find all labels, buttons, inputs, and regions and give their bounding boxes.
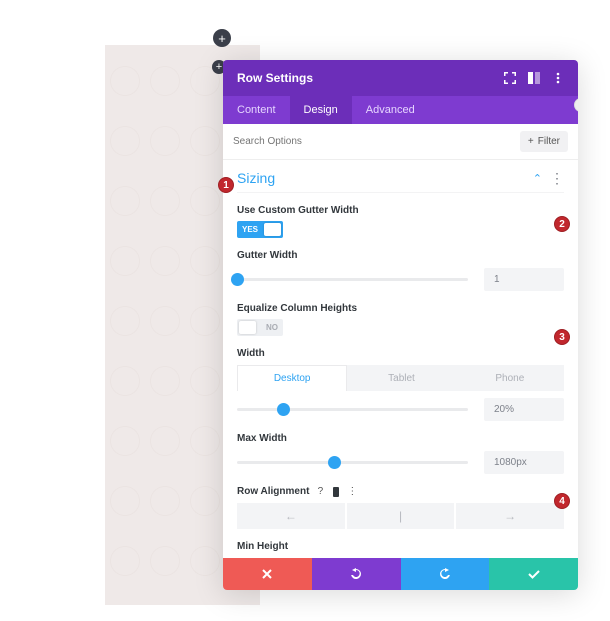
toggle-state-text: YES (237, 225, 263, 234)
section-title: Sizing (237, 170, 275, 186)
device-tab-desktop[interactable]: Desktop (237, 365, 347, 391)
callout-marker-2: 2 (554, 216, 570, 232)
field-equalize: Equalize Column Heights NO (237, 303, 564, 336)
hover-kebab-icon[interactable]: ⋮ (347, 487, 357, 497)
callout-marker-4: 4 (554, 493, 570, 509)
device-tab-phone[interactable]: Phone (456, 365, 564, 391)
modal-body[interactable]: Sizing ⌃ ⋮ Use Custom Gutter Width YES G… (223, 160, 578, 558)
filter-button[interactable]: + Filter (520, 131, 568, 152)
align-center-option[interactable]: | (347, 503, 455, 529)
expand-icon[interactable] (504, 72, 516, 84)
undo-button[interactable] (312, 558, 401, 590)
tab-bar: Content Design Advanced (223, 96, 578, 124)
field-use-custom-gutter: Use Custom Gutter Width YES (237, 205, 564, 238)
section-kebab-icon[interactable]: ⋮ (550, 175, 564, 182)
modal-footer (223, 558, 578, 590)
slider-width[interactable] (237, 402, 468, 418)
section-head-sizing[interactable]: Sizing ⌃ ⋮ (237, 160, 564, 193)
modal-header-actions (504, 72, 564, 84)
callout-marker-1: 1 (218, 177, 234, 193)
device-tab-tablet[interactable]: Tablet (347, 365, 455, 391)
label-row-alignment: Row Alignment (237, 486, 309, 497)
toggle-knob (264, 223, 281, 236)
field-row-alignment: Row Alignment ? ⋮ ← | → (237, 486, 564, 529)
search-row: + Filter (223, 124, 578, 160)
toggle-equalize[interactable]: NO (237, 319, 283, 336)
add-section-button[interactable]: + (213, 29, 231, 47)
tab-design[interactable]: Design (290, 96, 352, 124)
plus-icon: + (528, 136, 534, 147)
filter-label: Filter (538, 136, 560, 147)
redo-button[interactable] (401, 558, 490, 590)
toggle-use-custom-gutter[interactable]: YES (237, 221, 283, 238)
label-use-custom-gutter: Use Custom Gutter Width (237, 205, 564, 216)
help-icon[interactable]: ? (315, 487, 325, 497)
search-input[interactable] (233, 136, 520, 147)
snap-icon[interactable] (528, 72, 540, 84)
label-equalize: Equalize Column Heights (237, 303, 564, 314)
input-gutter-width[interactable] (484, 268, 564, 291)
kebab-icon[interactable] (552, 72, 564, 84)
modal-header: Row Settings (223, 60, 578, 96)
toggle-state-text: NO (261, 323, 283, 332)
save-button[interactable] (489, 558, 578, 590)
label-width: Width (237, 348, 564, 359)
tab-advanced[interactable]: Advanced (352, 96, 429, 124)
slider-max-width[interactable] (237, 455, 468, 471)
field-width: Width Desktop Tablet Phone (237, 348, 564, 421)
modal-title: Row Settings (237, 71, 313, 85)
chevron-up-icon[interactable]: ⌃ (533, 172, 542, 185)
responsive-icon[interactable] (331, 487, 341, 497)
label-max-width: Max Width (237, 433, 564, 444)
label-min-height: Min Height (237, 541, 564, 552)
align-right-option[interactable]: → (456, 503, 564, 529)
callout-marker-3: 3 (554, 329, 570, 345)
label-gutter-width: Gutter Width (237, 250, 564, 261)
input-max-width[interactable] (484, 451, 564, 474)
field-max-width: Max Width (237, 433, 564, 474)
input-width[interactable] (484, 398, 564, 421)
toggle-knob (239, 321, 256, 334)
slider-gutter-width[interactable] (237, 272, 468, 288)
tab-content[interactable]: Content (223, 96, 290, 124)
field-gutter-width: Gutter Width (237, 250, 564, 291)
discard-button[interactable] (223, 558, 312, 590)
align-left-option[interactable]: ← (237, 503, 345, 529)
field-min-height: Min Height (237, 541, 564, 558)
row-settings-modal: Row Settings Content Design Advanced + F… (223, 60, 578, 590)
